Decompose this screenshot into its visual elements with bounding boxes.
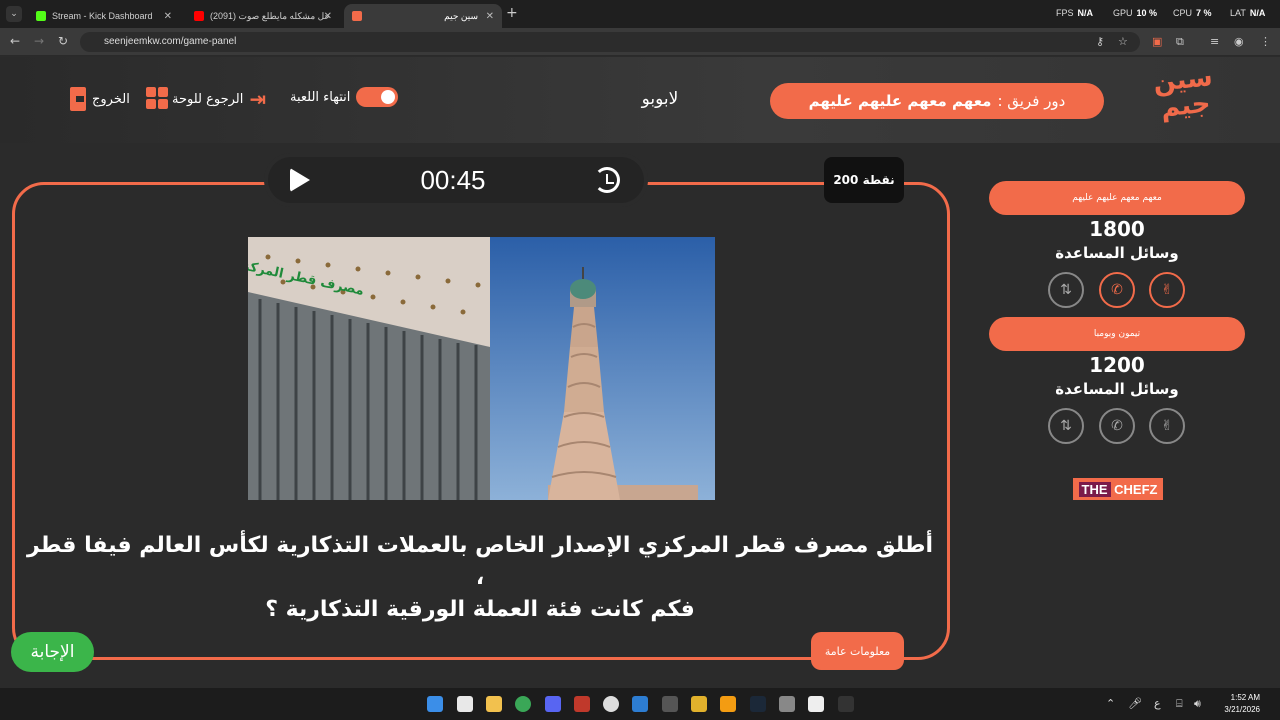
youtube-icon [194, 11, 204, 21]
gpu-readout: GPU 10 % [1113, 8, 1158, 18]
play-icon[interactable] [290, 168, 310, 192]
show-answer-button[interactable]: الإجابة [11, 632, 94, 672]
tab-kick-dashboard[interactable]: Stream - Kick Dashboard ✕ [28, 4, 180, 28]
tab-label: (2091) حل مشكله مايطلع صوت [210, 10, 331, 21]
address-toolbar: ← → ↻ seenjeemkw.com/game-panel ⚷ ☆ ▣ ⧉ … [0, 28, 1280, 56]
windows-taskbar: ⌃ 🎤︎ ع ⌸ 🔊︎ 1:52 AM 3/21/2026 [0, 688, 1280, 720]
team-1-call-aid-icon[interactable]: ✆ [1099, 272, 1135, 308]
close-icon[interactable]: ✕ [486, 11, 494, 22]
exit-door-icon [70, 87, 86, 111]
file-explorer-icon[interactable] [486, 696, 502, 712]
browser-tab-bar: ⌄ Stream - Kick Dashboard ✕ (2091) حل مش… [0, 0, 1280, 28]
settings-icon[interactable] [603, 696, 619, 712]
app-icon[interactable] [632, 696, 648, 712]
kick-icon [36, 11, 46, 21]
sponsor-brand-a: THE [1078, 481, 1111, 497]
timer-bar: 00:45 [268, 157, 644, 203]
team-2-score: 1200 [1089, 353, 1145, 377]
team-turn-indicator: دور فريق : معهم معهم عليهم عليهم [770, 83, 1104, 119]
bookmark-star-icon[interactable]: ☆ [1118, 35, 1128, 48]
chevron-up-icon[interactable]: ⌃ [1106, 697, 1115, 710]
team-2-aids-label: وسائل المساعدة [1055, 380, 1179, 398]
system-clock[interactable]: 1:52 AM 3/21/2026 [1212, 692, 1260, 716]
question-line-1: أطلق مصرف قطر المركزي الإصدار الخاص بالع… [26, 533, 934, 590]
new-tab-button[interactable]: + [506, 5, 518, 21]
fps-readout: FPS N/A [1056, 8, 1094, 18]
back-label: الرجوع للوحة [172, 91, 244, 107]
category-badge: معلومات عامة [811, 632, 904, 670]
back-arrow-icon[interactable]: ← [10, 34, 20, 48]
app-icon[interactable] [838, 696, 854, 712]
app-icon[interactable] [720, 696, 736, 712]
volume-icon[interactable]: 🔊︎ [1194, 697, 1201, 711]
tab-label: Stream - Kick Dashboard [52, 11, 153, 21]
game-header: سين جيم دور فريق : معهم معهم عليهم عليهم… [0, 57, 1280, 143]
language-indicator[interactable]: ع [1154, 697, 1161, 710]
tab-label: سين جيم [444, 10, 478, 21]
app-icon[interactable] [574, 696, 590, 712]
clock-date: 3/21/2026 [1224, 705, 1260, 714]
team-1-score: 1800 [1089, 217, 1145, 241]
end-game-toggle[interactable] [356, 87, 399, 107]
team-1-two-answers-aid-icon[interactable]: ✌ [1149, 272, 1185, 308]
team-1-swap-aid-icon[interactable]: ⇅ [1048, 272, 1084, 308]
app-icon[interactable] [662, 696, 678, 712]
question-text: أطلق مصرف قطر المركزي الإصدار الخاص بالع… [20, 530, 940, 626]
team-2-name: تيمون وبومبا [989, 317, 1245, 351]
cpu-readout: CPU 7 % [1173, 8, 1212, 18]
team-1-aids-label: وسائل المساعدة [1055, 244, 1179, 262]
end-game-button[interactable]: انتهاء اللعبة [290, 87, 399, 107]
sponsor-logo: THE CHEFZ [1073, 478, 1163, 500]
url-input[interactable]: seenjeemkw.com/game-panel [80, 32, 1140, 52]
media-controls-icon[interactable]: ≡ [1210, 35, 1219, 48]
arrow-back-icon: ⇥ [249, 87, 267, 111]
network-icon[interactable]: ⌸ [1176, 697, 1183, 711]
end-game-label: انتهاء اللعبة [290, 89, 351, 105]
sponsor-brand-b: CHEFZ [1114, 481, 1158, 497]
close-icon[interactable]: ✕ [164, 11, 172, 22]
team-1-name: معهم معهم عليهم عليهم [989, 181, 1245, 215]
exit-button[interactable]: الخروج [70, 87, 130, 111]
clock-time: 1:52 AM [1230, 693, 1260, 702]
app-icon[interactable] [779, 696, 795, 712]
tab-search-button[interactable]: ⌄ [6, 6, 22, 22]
key-icon[interactable]: ⚷ [1096, 35, 1104, 48]
windows-start-icon[interactable] [427, 696, 443, 712]
close-icon[interactable]: ✕ [324, 11, 332, 22]
microphone-icon[interactable]: 🎤︎ [1128, 697, 1142, 710]
team-2-swap-aid-icon[interactable]: ⇅ [1048, 408, 1084, 444]
app-icon[interactable] [457, 696, 473, 712]
steam-icon[interactable] [750, 696, 766, 712]
team-2-call-aid-icon[interactable]: ✆ [1099, 408, 1135, 444]
tab-seenjeem[interactable]: سين جيم ✕ [344, 4, 502, 28]
discord-icon[interactable] [545, 696, 561, 712]
team-2-two-answers-aid-icon[interactable]: ✌ [1149, 408, 1185, 444]
timer-display: 00:45 [420, 165, 486, 195]
turn-team-name: معهم معهم عليهم عليهم [808, 92, 992, 110]
points-badge: 200 نقطة [824, 157, 904, 203]
extensions-icon[interactable]: ⧉ [1176, 35, 1184, 49]
forward-arrow-icon[interactable]: → [34, 34, 44, 48]
menu-kebab-icon[interactable]: ⋮ [1260, 35, 1271, 48]
exit-label: الخروج [92, 91, 130, 107]
seenjeem-logo: سين جيم [1151, 62, 1215, 124]
lat-readout: LAT N/A [1230, 8, 1266, 18]
capcut-icon[interactable] [808, 696, 824, 712]
turn-prefix: دور فريق : [997, 92, 1066, 110]
game-name: لابوبو [641, 89, 679, 109]
board-grid-icon [146, 87, 168, 109]
reload-icon[interactable]: ↻ [58, 34, 68, 48]
profile-avatar[interactable]: ◉ [1234, 35, 1244, 48]
back-to-board-button[interactable]: الرجوع للوحة ⇥ [172, 87, 266, 111]
tab-youtube[interactable]: (2091) حل مشكله مايطلع صوت ✕ [186, 4, 340, 28]
rockstar-icon[interactable] [691, 696, 707, 712]
chrome-icon[interactable] [515, 696, 531, 712]
question-line-2: فكم كانت فئة العملة الورقية التذكارية ؟ [265, 597, 695, 622]
extension-badge-icon[interactable]: ▣ [1152, 35, 1162, 48]
seenjeem-favicon-icon [352, 11, 362, 21]
reset-timer-icon[interactable] [594, 167, 620, 193]
question-image: مصرف قطر المركزي [248, 237, 715, 500]
